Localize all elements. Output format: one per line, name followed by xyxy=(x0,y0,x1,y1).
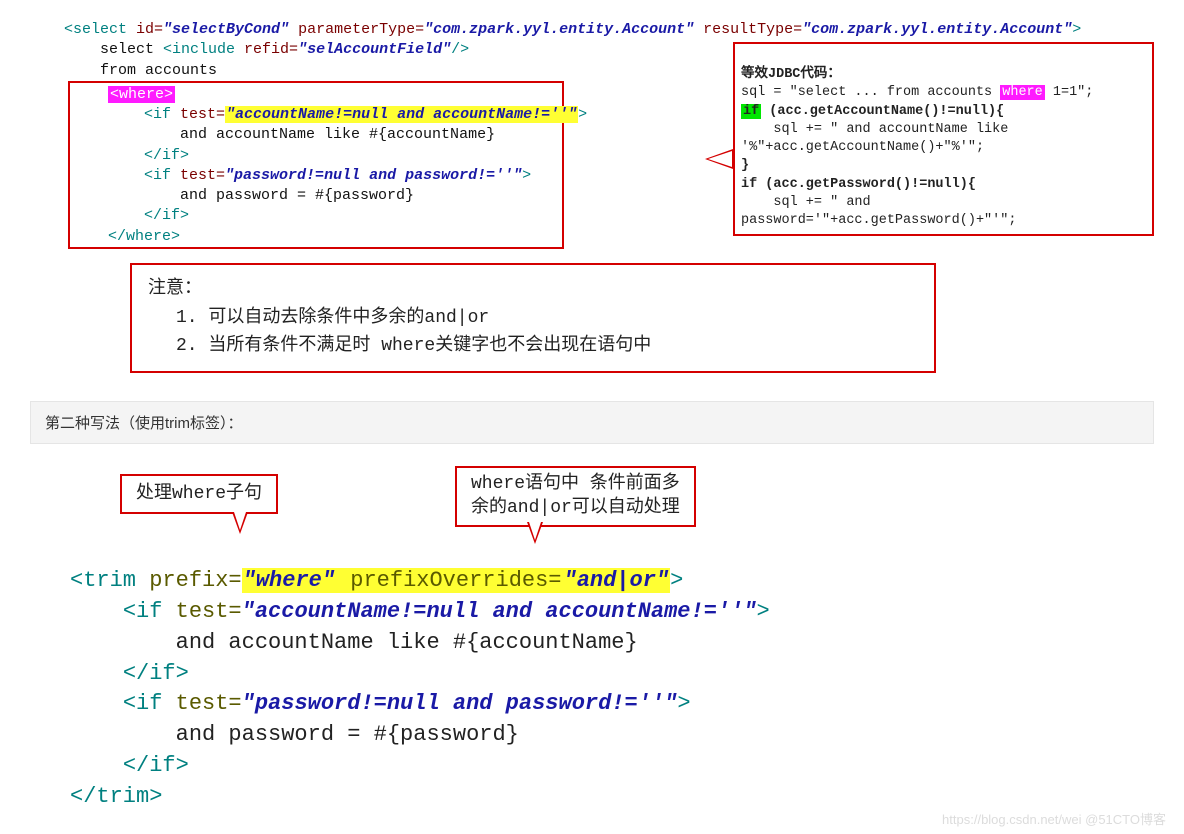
note-heading: 注意： xyxy=(148,275,918,304)
jdbc-equiv-callout: 等效JDBC代码： sql = "select ... from account… xyxy=(733,42,1154,236)
if1-test-hl: "accountName!=null and accountName!=''" xyxy=(225,106,578,123)
prefixoverrides-hl: "and|or" xyxy=(563,568,671,593)
where-block-highlight: <where> <if test="accountName!=null and … xyxy=(68,81,564,249)
jdbc-title: 等效JDBC代码： xyxy=(741,67,841,82)
prefix-hl: "where" xyxy=(242,568,336,593)
callout-where: 处理where子句 xyxy=(120,474,278,514)
callout-prefixoverrides: where语句中 条件前面多 余的and|or可以自动处理 xyxy=(455,466,696,527)
section-trim-header: 第二种写法（使用trim标签）： xyxy=(30,401,1154,444)
jdbc-where-hl: where xyxy=(1000,85,1045,100)
note-item-2: 2. 当所有条件不满足时 where关键字也不会出现在语句中 xyxy=(148,332,918,361)
trim-code: <trim prefix="where" prefixOverrides="an… xyxy=(70,566,770,812)
trim-example: 处理where子句 where语句中 条件前面多 余的and|or可以自动处理 … xyxy=(30,474,1154,814)
mybatis-select-example: <select id="selectByCond" parameterType=… xyxy=(64,20,1154,249)
callout-arrow-icon xyxy=(705,149,733,169)
where-open-hl: <where> xyxy=(108,86,175,103)
watermark: https://blog.csdn.net/wei @51CTO博客 xyxy=(942,809,1166,828)
select-open-tag: <select xyxy=(64,21,127,38)
note-item-1: 1. 可以自动去除条件中多余的and|or xyxy=(148,304,918,333)
callout-arrow-icon xyxy=(232,512,248,534)
jdbc-if-hl: if xyxy=(741,104,761,119)
callout-arrow-icon xyxy=(527,522,543,544)
note-box: 注意： 1. 可以自动去除条件中多余的and|or 2. 当所有条件不满足时 w… xyxy=(130,263,936,373)
